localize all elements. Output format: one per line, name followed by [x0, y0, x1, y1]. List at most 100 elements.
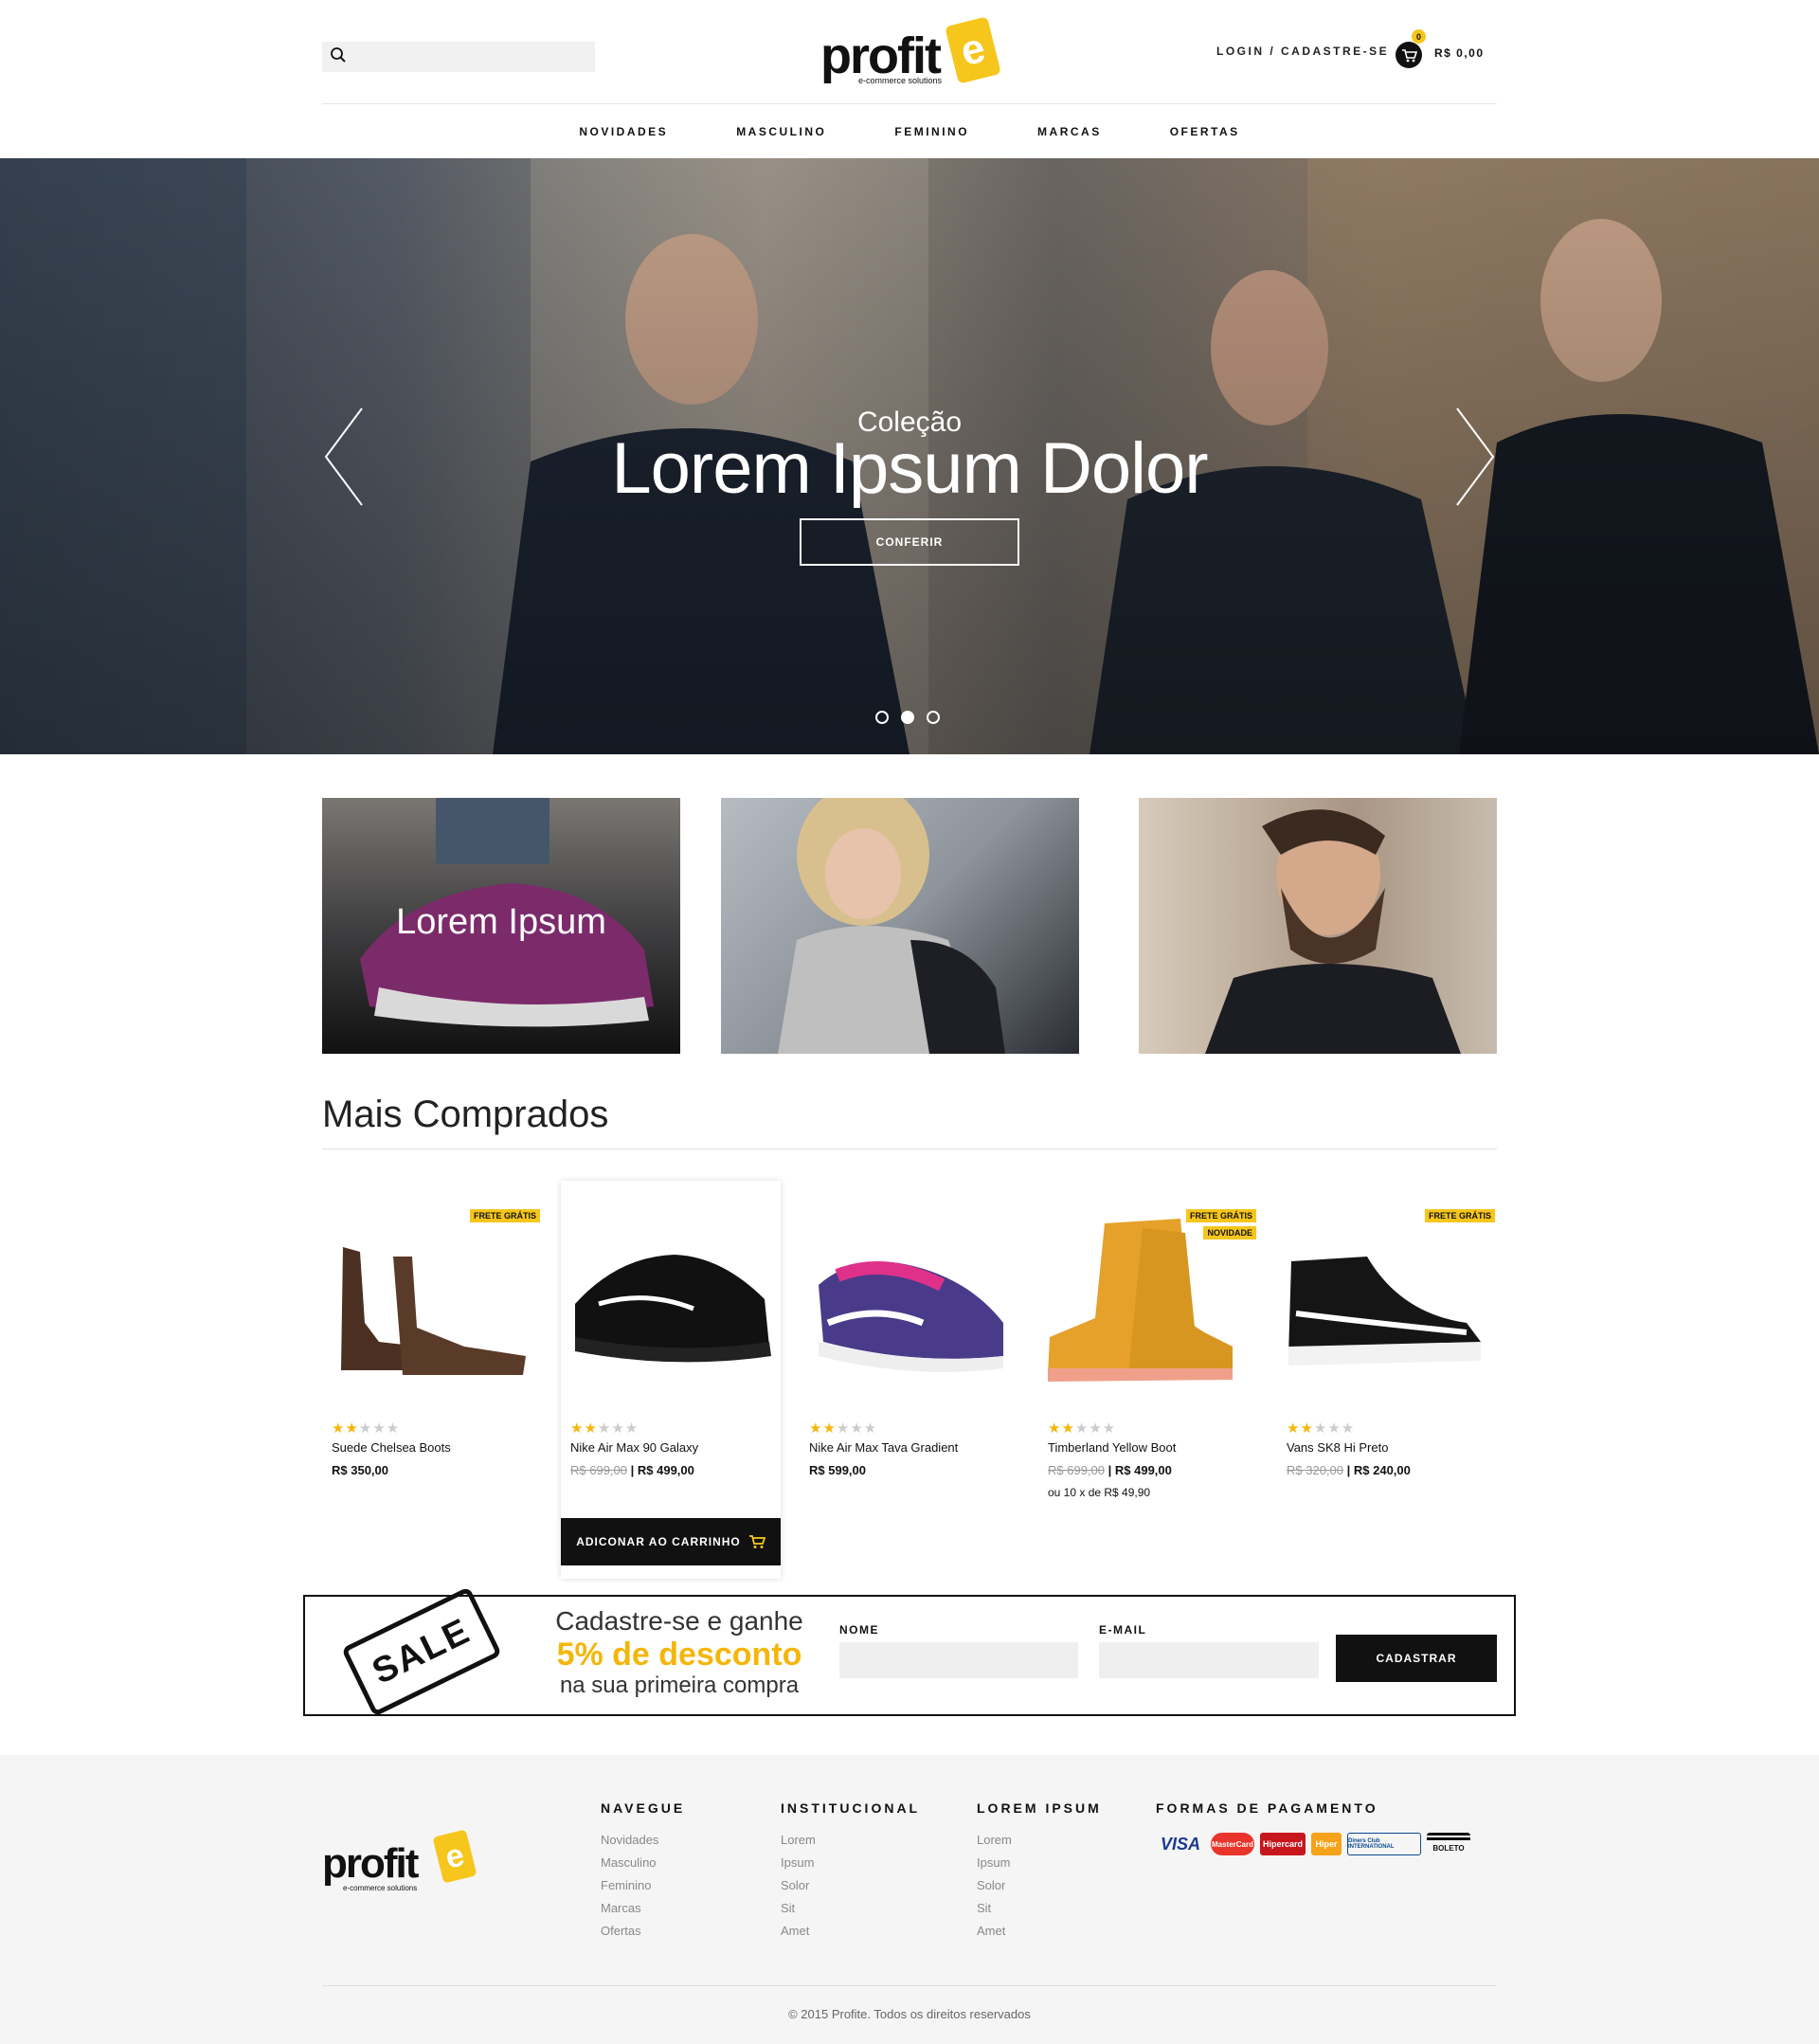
- product-price: R$ 240,00: [1353, 1463, 1411, 1477]
- footer-col-navegue: NAVEGUE Novidades Masculino Feminino Mar…: [601, 1800, 685, 1943]
- footer-link[interactable]: Sit: [781, 1897, 920, 1920]
- nav-feminino[interactable]: FEMININO: [894, 118, 969, 146]
- footer-link[interactable]: Amet: [977, 1920, 1102, 1943]
- search-icon[interactable]: [330, 46, 347, 68]
- old-price: R$ 699,00: [1048, 1463, 1105, 1477]
- category-tile-sneakers[interactable]: Lorem Ipsum: [322, 798, 680, 1054]
- logo-tagline: e-commerce solutions: [858, 76, 943, 85]
- product-card[interactable]: FRETE GRÁTIS ★★★★★ Vans SK8 Hi Preto R$ …: [1277, 1181, 1497, 1579]
- footer-link[interactable]: Ipsum: [781, 1852, 920, 1874]
- cart-icon: [1396, 42, 1422, 68]
- logo-tag-icon: e: [945, 16, 1001, 84]
- slider-dot-1[interactable]: [875, 711, 889, 724]
- main-nav: NOVIDADES MASCULINO FEMININO MARCAS OFER…: [322, 118, 1497, 146]
- slider-dots: [875, 711, 944, 726]
- footer-link[interactable]: Marcas: [601, 1897, 685, 1920]
- footer-link[interactable]: Lorem: [781, 1829, 920, 1852]
- product-card[interactable]: FRETE GRÁTIS NOVIDADE ★★★★★ Timberland Y…: [1038, 1181, 1258, 1579]
- product-name[interactable]: Timberland Yellow Boot: [1048, 1440, 1176, 1455]
- product-price-row: R$ 699,00 | R$ 499,00: [1048, 1463, 1172, 1477]
- nav-marcas[interactable]: MARCAS: [1037, 118, 1102, 146]
- sale-tag-icon: SALE: [341, 1586, 502, 1717]
- product-image: [575, 1255, 771, 1363]
- product-price: R$ 499,00: [1114, 1463, 1172, 1477]
- old-price: R$ 699,00: [570, 1463, 627, 1477]
- footer-logo[interactable]: profit e e-commerce solutions: [322, 1829, 483, 1899]
- woman-image: [778, 798, 1005, 1054]
- footer-link[interactable]: Solor: [977, 1874, 1102, 1897]
- rating-stars: ★★★★★: [332, 1420, 401, 1437]
- cart-icon-wrap[interactable]: 0: [1395, 29, 1426, 68]
- copyright: © 2015 Profite. Todos os direitos reserv…: [788, 2007, 1031, 2021]
- diners-icon: Diners Club INTERNATIONAL: [1347, 1833, 1421, 1855]
- slider-dot-3[interactable]: [927, 711, 940, 724]
- footer-logo-letter: e: [441, 1836, 468, 1876]
- newsletter-discount: 5% de desconto: [556, 1637, 802, 1673]
- product-name[interactable]: Nike Air Max Tava Gradient: [809, 1440, 958, 1455]
- cart-count-badge: 0: [1412, 29, 1426, 44]
- category-tile-men[interactable]: [1139, 798, 1497, 1054]
- product-card[interactable]: FRETE GRÁTIS ★★★★★ Suede Chelsea Boots R…: [322, 1181, 542, 1579]
- search-input[interactable]: [352, 44, 589, 70]
- subscribe-button[interactable]: CADASTRAR: [1336, 1635, 1497, 1682]
- payment-title: FORMAS DE PAGAMENTO: [1156, 1800, 1378, 1816]
- footer-link[interactable]: Feminino: [601, 1874, 685, 1897]
- footer-col-title: NAVEGUE: [601, 1800, 686, 1816]
- footer-link[interactable]: Masculino: [601, 1852, 685, 1874]
- category-tile-women[interactable]: [721, 798, 1079, 1054]
- newsletter-line1: Cadastre-se e ganhe: [555, 1606, 803, 1636]
- cart-total: R$ 0,00: [1434, 46, 1485, 60]
- product-card[interactable]: ★★★★★ Nike Air Max 90 Galaxy R$ 699,00 |…: [561, 1181, 781, 1579]
- man-image: [1205, 809, 1461, 1054]
- logo-letter: e: [956, 24, 990, 76]
- prev-arrow-icon[interactable]: [320, 405, 368, 509]
- product-name[interactable]: Suede Chelsea Boots: [332, 1440, 451, 1455]
- footer-link[interactable]: Novidades: [601, 1829, 685, 1852]
- header-divider: [322, 103, 1497, 104]
- footer-link[interactable]: Solor: [781, 1874, 920, 1897]
- cart-icon: [748, 1535, 765, 1548]
- product-image: [341, 1247, 526, 1375]
- logo-text: profit: [820, 27, 942, 84]
- footer-link[interactable]: Ofertas: [601, 1920, 685, 1943]
- rating-stars: ★★★★★: [809, 1420, 878, 1437]
- hero-slider[interactable]: Coleção Lorem Ipsum Dolor CONFERIR: [0, 158, 1819, 754]
- footer: profit e e-commerce solutions NAVEGUE No…: [0, 1755, 1819, 2044]
- footer-col-institucional: INSTITUCIONAL Lorem Ipsum Solor Sit Amet: [781, 1800, 920, 1943]
- name-field[interactable]: [839, 1642, 1078, 1678]
- footer-link[interactable]: Amet: [781, 1920, 920, 1943]
- login-link[interactable]: LOGIN / CADASTRE-SE: [1216, 45, 1389, 58]
- footer-col-title: INSTITUCIONAL: [781, 1800, 921, 1816]
- footer-col-title: LOREM IPSUM: [977, 1800, 1102, 1816]
- next-arrow-icon[interactable]: [1451, 405, 1499, 509]
- nav-ofertas[interactable]: OFERTAS: [1170, 118, 1240, 146]
- product-name[interactable]: Nike Air Max 90 Galaxy: [570, 1440, 698, 1455]
- product-price-row: R$ 699,00 | R$ 499,00: [570, 1463, 694, 1477]
- hero-cta-button[interactable]: CONFERIR: [800, 518, 1019, 566]
- email-field[interactable]: [1099, 1642, 1319, 1678]
- footer-divider: [322, 1985, 1497, 1986]
- footer-col-lorem-ipsum: LOREM IPSUM Lorem Ipsum Solor Sit Amet: [977, 1800, 1102, 1943]
- payment-logos: VISA MasterCard Hipercard Hiper Diners C…: [1156, 1833, 1497, 1855]
- hiper-icon: Hiper: [1311, 1833, 1342, 1855]
- tile-label: Lorem Ipsum: [396, 902, 606, 942]
- nav-masculino[interactable]: MASCULINO: [736, 118, 826, 146]
- product-name[interactable]: Vans SK8 Hi Preto: [1287, 1440, 1388, 1455]
- product-price-row: R$ 320,00 | R$ 240,00: [1287, 1463, 1411, 1477]
- search-bar[interactable]: [322, 42, 595, 72]
- product-price: R$ 350,00: [332, 1463, 388, 1477]
- cart-widget[interactable]: 0 R$ 0,00: [1395, 29, 1489, 68]
- rating-stars: ★★★★★: [1048, 1420, 1117, 1437]
- nav-novidades[interactable]: NOVIDADES: [579, 118, 668, 146]
- rating-stars: ★★★★★: [1287, 1420, 1356, 1437]
- name-label: NOME: [839, 1623, 879, 1637]
- old-price: R$ 320,00: [1287, 1463, 1343, 1477]
- visa-icon: VISA: [1160, 1834, 1200, 1854]
- product-card[interactable]: ★★★★★ Nike Air Max Tava Gradient R$ 599,…: [800, 1181, 1019, 1579]
- footer-link[interactable]: Ipsum: [977, 1852, 1102, 1874]
- logo[interactable]: profit e e-commerce solutions: [820, 16, 1001, 89]
- add-to-cart-button[interactable]: ADICONAR AO CARRINHO: [561, 1518, 781, 1565]
- slider-dot-2[interactable]: [901, 711, 914, 724]
- footer-link[interactable]: Lorem: [977, 1829, 1102, 1852]
- footer-link[interactable]: Sit: [977, 1897, 1102, 1920]
